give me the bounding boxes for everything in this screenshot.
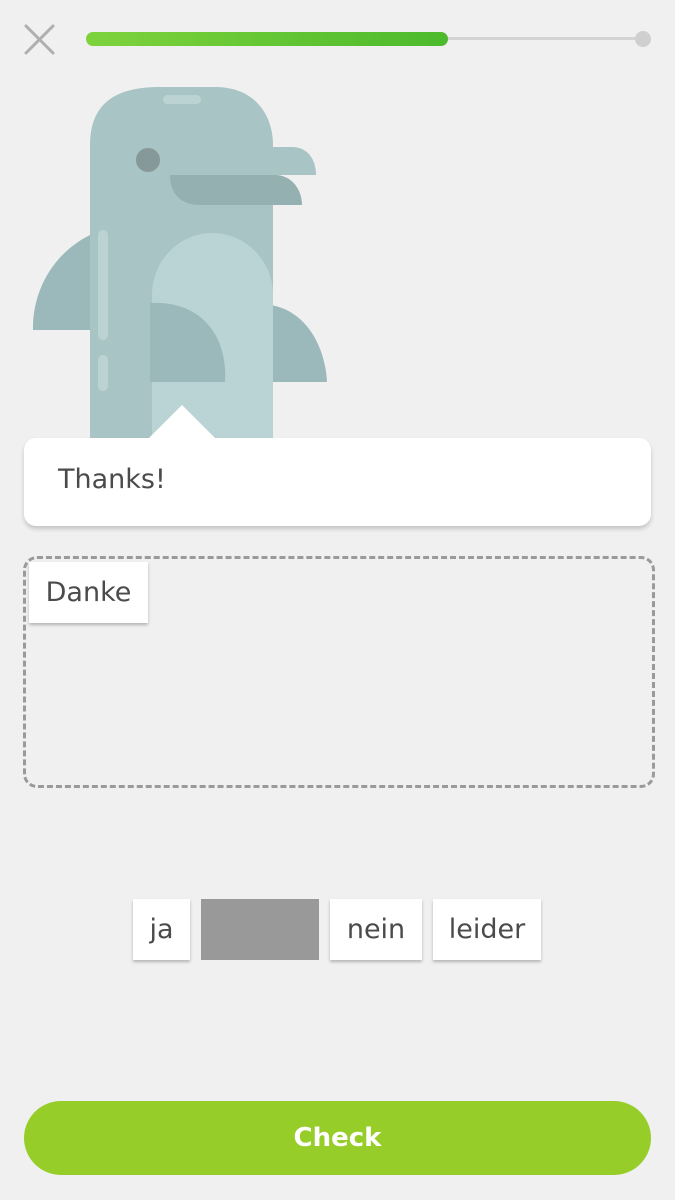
word-tile-ja[interactable]: ja	[133, 899, 190, 960]
close-button[interactable]	[20, 20, 60, 60]
progress-end-dot	[635, 31, 651, 47]
prompt-text: Thanks!	[58, 464, 166, 495]
word-tile-placeholder	[201, 899, 319, 960]
close-icon	[24, 24, 55, 55]
check-button[interactable]: Check	[24, 1101, 651, 1175]
dolphin-character-illustration	[32, 87, 327, 438]
progress-bar	[86, 31, 651, 47]
speech-bubble: Thanks!	[24, 438, 651, 526]
word-tile-leider[interactable]: leider	[433, 899, 541, 960]
selected-word-tile[interactable]: Danke	[29, 562, 148, 623]
word-tile-nein[interactable]: nein	[330, 899, 422, 960]
speech-bubble-tail	[148, 405, 216, 439]
progress-fill	[86, 32, 448, 46]
